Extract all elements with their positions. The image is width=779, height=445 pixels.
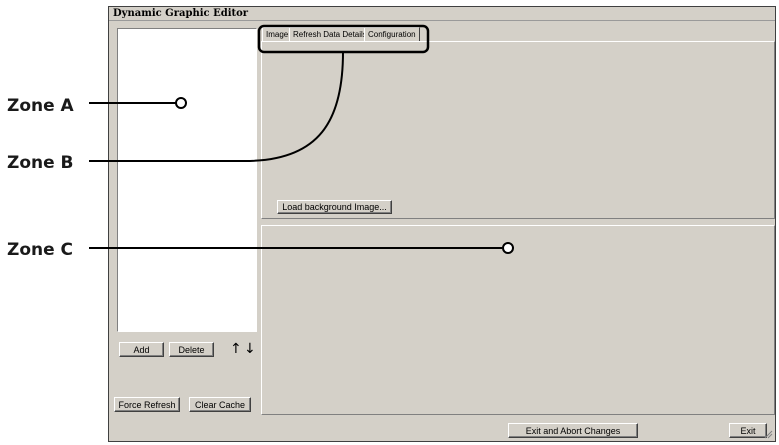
zone-c-label: Zone C [7, 240, 74, 260]
move-down-icon[interactable]: ↓ [244, 342, 256, 356]
image-tab-panel [261, 41, 775, 219]
clear-cache-button[interactable]: Clear Cache [189, 397, 251, 412]
zone-a-label: Zone A [7, 96, 74, 116]
exit-and-abort-changes-button[interactable]: Exit and Abort Changes [508, 423, 638, 438]
delete-button[interactable]: Delete [169, 342, 214, 357]
resize-grip-icon[interactable] [763, 429, 773, 439]
tab-refresh-data-details[interactable]: Refresh Data Details [289, 27, 371, 42]
zone-b-label: Zone B [7, 153, 74, 173]
editor-window: Dynamic Graphic Editor Add Delete ↑ ↓ Fo… [108, 6, 776, 442]
move-up-icon[interactable]: ↑ [230, 342, 242, 356]
tab-image[interactable]: Image [262, 27, 293, 42]
preview-panel [261, 225, 775, 415]
item-list[interactable] [117, 28, 257, 332]
tab-configuration[interactable]: Configuration [364, 27, 420, 42]
load-background-image-button[interactable]: Load background Image... [277, 200, 392, 214]
add-button[interactable]: Add [119, 342, 164, 357]
window-title: Dynamic Graphic Editor [109, 7, 775, 21]
exit-button[interactable]: Exit [729, 423, 767, 438]
force-refresh-button[interactable]: Force Refresh [114, 397, 180, 412]
